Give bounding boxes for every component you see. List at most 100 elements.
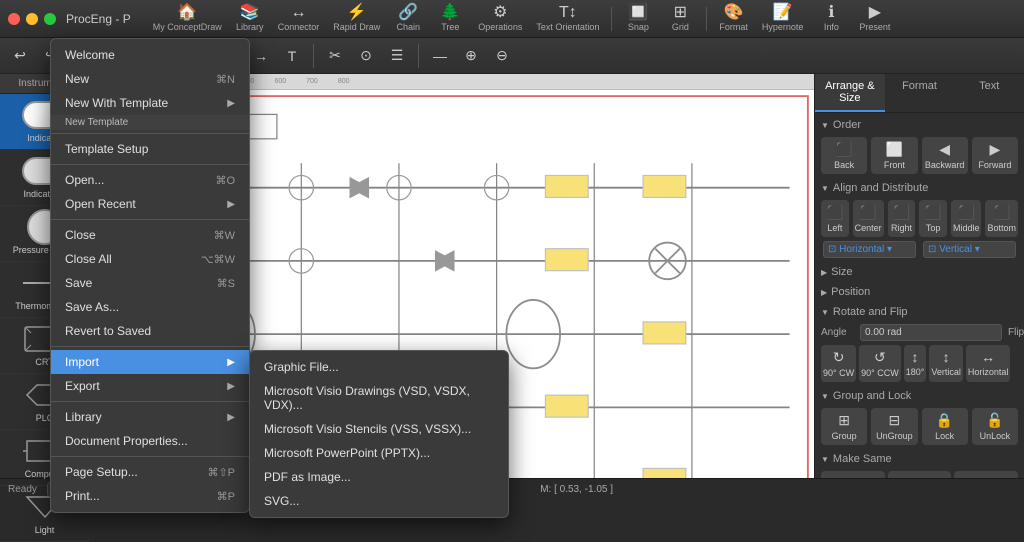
menu-sep5: [51, 401, 249, 402]
tb2-undo[interactable]: ↩: [6, 42, 34, 70]
app-title: ProcEng - P: [66, 12, 131, 26]
position-header[interactable]: ▶ Position: [821, 286, 1018, 298]
angle-input[interactable]: [860, 324, 1002, 341]
btn-align-left[interactable]: ⬛Left: [821, 200, 849, 237]
hypernote-icon: 📝: [773, 5, 793, 21]
toolbar-text-orientation[interactable]: T↕ Text Orientation: [530, 3, 605, 34]
toolbar-separator: [611, 7, 612, 31]
menu-save[interactable]: Save ⌘S: [51, 271, 249, 295]
toolbar-hypernote[interactable]: 📝 Hypernote: [756, 3, 810, 34]
menu-import-graphic[interactable]: Graphic File...: [250, 355, 508, 379]
tb2-minus[interactable]: —: [426, 42, 454, 70]
group-buttons: ⊞Group ⊟UnGroup 🔒Lock 🔓UnLock: [821, 408, 1018, 445]
btn-group[interactable]: ⊞Group: [821, 408, 867, 445]
toolbar-library[interactable]: 📚 Library: [230, 3, 270, 34]
btn-180[interactable]: ↕180°: [904, 345, 927, 382]
v-dropdown[interactable]: ⊡ Vertical ▾: [923, 241, 1016, 258]
toolbar-format[interactable]: 🎨 Format: [713, 3, 754, 34]
btn-forward[interactable]: ▶Forward: [972, 137, 1018, 174]
menu-revert[interactable]: Revert to Saved: [51, 319, 249, 343]
menu-open-recent[interactable]: Open Recent ▶: [51, 192, 249, 216]
menu-save-as[interactable]: Save As...: [51, 295, 249, 319]
btn-back[interactable]: ⬛Back: [821, 137, 867, 174]
btn-same-height[interactable]: ↕Height: [954, 471, 1018, 478]
toolbar-snap[interactable]: 🔲 Snap: [618, 3, 658, 34]
menu-library[interactable]: Library ▶: [51, 405, 249, 429]
format-icon: 🎨: [724, 5, 744, 21]
position-label: Position: [831, 286, 870, 298]
h-dropdown[interactable]: ⊡ Horizontal ▾: [823, 241, 916, 258]
btn-unlock[interactable]: 🔓UnLock: [972, 408, 1018, 445]
menu-new-with-template[interactable]: New With Template ▶: [51, 91, 249, 115]
align-header[interactable]: ▼ Align and Distribute: [821, 182, 1018, 194]
ready-text: Ready: [8, 484, 37, 495]
order-header[interactable]: ▼ Order: [821, 119, 1018, 131]
btn-front[interactable]: ⬜Front: [871, 137, 917, 174]
group-header[interactable]: ▼ Group and Lock: [821, 390, 1018, 402]
menu-export[interactable]: Export ▶: [51, 374, 249, 398]
btn-lock[interactable]: 🔒Lock: [922, 408, 968, 445]
toolbar-grid[interactable]: ⊞ Grid: [660, 3, 700, 34]
btn-90cw[interactable]: ↻90° CW: [821, 345, 856, 382]
btn-align-right[interactable]: ⬛Right: [888, 200, 916, 237]
btn-align-center[interactable]: ⬛Center: [853, 200, 884, 237]
tb2-arrow[interactable]: →: [247, 42, 275, 70]
btn-align-bottom[interactable]: ⬛Bottom: [985, 200, 1018, 237]
toolbar-my-conceptdraw[interactable]: 🏠 My ConceptDraw: [147, 3, 228, 34]
group-triangle: ▼: [821, 392, 829, 401]
tab-text[interactable]: Text: [954, 74, 1024, 112]
menu-new[interactable]: New ⌘N: [51, 67, 249, 91]
btn-same-size[interactable]: ⊡Size: [821, 471, 885, 478]
menu-import-visio-stencils[interactable]: Microsoft Visio Stencils (VSS, VSSX)...: [250, 417, 508, 441]
tb2-circle-remove[interactable]: ⊖: [488, 42, 516, 70]
grid-icon: ⊞: [674, 5, 687, 21]
toolbar-connector[interactable]: ↔ Connector: [272, 3, 326, 34]
menu-sep4: [51, 346, 249, 347]
toolbar-rapid-draw[interactable]: ⚡ Rapid Draw: [327, 3, 386, 34]
section-order: ▼ Order ⬛Back ⬜Front ◀Backward ▶Forward: [821, 119, 1018, 174]
library-icon: 📚: [240, 5, 260, 21]
rotate-header[interactable]: ▼ Rotate and Flip: [821, 306, 1018, 318]
menu-import-visio-drawings[interactable]: Microsoft Visio Drawings (VSD, VSDX, VDX…: [250, 379, 508, 417]
tb2-circle-add[interactable]: ⊕: [457, 42, 485, 70]
menu-welcome[interactable]: Welcome: [51, 43, 249, 67]
menu-import[interactable]: Import ▶ Graphic File... Microsoft Visio…: [51, 350, 249, 374]
tb2-paste[interactable]: ☰: [383, 42, 411, 70]
toolbar-separator2: [706, 7, 707, 31]
btn-align-top[interactable]: ⬛Top: [919, 200, 947, 237]
toolbar-present[interactable]: ▶ Present: [853, 3, 896, 34]
maximize-button[interactable]: [44, 13, 56, 25]
menu-print[interactable]: Print... ⌘P: [51, 484, 249, 508]
menu-template-setup[interactable]: Template Setup: [51, 137, 249, 161]
make-same-header[interactable]: ▼ Make Same: [821, 453, 1018, 465]
tb2-copy[interactable]: ⊙: [352, 42, 380, 70]
btn-flip-vert[interactable]: ↕Vertical: [929, 345, 963, 382]
btn-same-width[interactable]: ↔Width: [888, 471, 952, 478]
tb2-text[interactable]: T: [278, 42, 306, 70]
btn-align-middle[interactable]: ⬛Middle: [951, 200, 982, 237]
info-icon: ℹ: [828, 5, 834, 21]
tab-arrange-size[interactable]: Arrange & Size: [815, 74, 885, 112]
close-button[interactable]: [8, 13, 20, 25]
toolbar-operations[interactable]: ⚙ Operations: [472, 3, 528, 34]
btn-backward[interactable]: ◀Backward: [922, 137, 968, 174]
btn-ungroup[interactable]: ⊟UnGroup: [871, 408, 917, 445]
menu-page-setup[interactable]: Page Setup... ⌘⇧P: [51, 460, 249, 484]
size-header[interactable]: ▶ Size: [821, 266, 1018, 278]
menu-open[interactable]: Open... ⌘O: [51, 168, 249, 192]
rotate-label: Rotate and Flip: [833, 306, 908, 318]
menu-close-all[interactable]: Close All ⌥⌘W: [51, 247, 249, 271]
tb2-cut[interactable]: ✂: [321, 42, 349, 70]
menu-doc-properties[interactable]: Document Properties...: [51, 429, 249, 453]
menu-close[interactable]: Close ⌘W: [51, 223, 249, 247]
btn-flip-horiz[interactable]: ↔Horizontal: [966, 345, 1011, 382]
toolbar-chain[interactable]: 🔗 Chain: [388, 3, 428, 34]
menu-import-pdf[interactable]: PDF as Image...: [250, 465, 508, 489]
toolbar-info[interactable]: ℹ Info: [811, 3, 851, 34]
tab-format[interactable]: Format: [885, 74, 955, 112]
menu-import-svg[interactable]: SVG...: [250, 489, 508, 513]
minimize-button[interactable]: [26, 13, 38, 25]
toolbar-tree[interactable]: 🌲 Tree: [430, 3, 470, 34]
menu-import-pptx[interactable]: Microsoft PowerPoint (PPTX)...: [250, 441, 508, 465]
btn-90ccw[interactable]: ↺90° CCW: [859, 345, 901, 382]
